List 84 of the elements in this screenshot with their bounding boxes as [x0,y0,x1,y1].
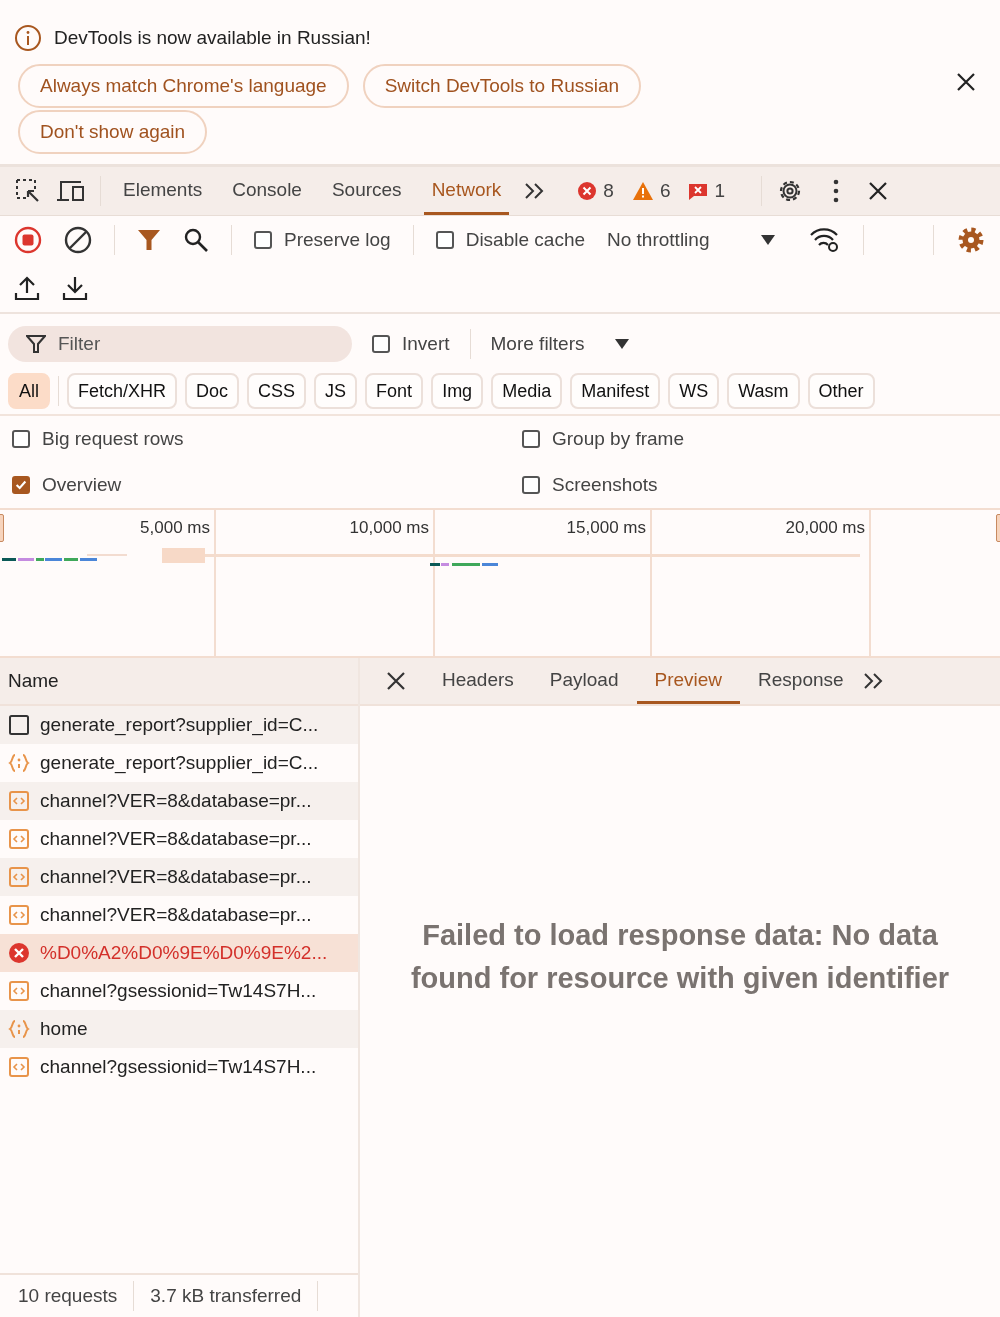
type-filter-chip[interactable]: Manifest [570,373,661,409]
type-filter-chip[interactable]: Font [365,373,424,409]
close-icon[interactable] [386,671,406,691]
error-count: 8 [603,180,614,202]
type-filter-chip[interactable]: Doc [185,373,240,409]
filter-icon [26,334,46,354]
detail-tab[interactable]: Headers [424,658,532,704]
warning-icon [631,181,654,201]
request-row[interactable]: generate_report?supplier_id=C... [0,744,358,782]
request-row[interactable]: channel?VER=8&database=pr... [0,896,358,934]
column-header[interactable]: Name [8,670,59,692]
detail-tab[interactable]: Payload [531,658,637,704]
request-row[interactable]: channel?gsessionid=Tw14S7H... [0,972,358,1010]
xhr-icon [8,866,30,888]
option-checkbox[interactable]: Overview [12,462,522,508]
settings-icon[interactable] [956,225,986,255]
type-filter-chip[interactable]: All [8,373,50,409]
option-checkbox[interactable]: Screenshots [522,462,988,508]
more-filters-dropdown[interactable]: More filters [490,333,585,355]
filter-icon[interactable] [137,228,161,252]
infobar-button[interactable]: Switch DevTools to Russian [362,64,642,108]
device-icon[interactable] [56,178,86,204]
upload-icon[interactable] [14,275,40,301]
error-message: Failed to load response data: No data found for resource with given identifier [409,917,951,996]
menu-icon[interactable] [832,179,841,203]
close-icon[interactable] [956,72,976,92]
warning-count: 6 [659,180,671,202]
option-checkbox[interactable]: Group by frame [522,416,988,462]
disable-cache-checkbox[interactable]: Disable cache [435,229,585,251]
request-row[interactable]: %D0%A2%D0%9E%D0%9E%2... [0,934,358,972]
detail-tab[interactable]: Preview [636,658,741,704]
error-icon [577,181,598,201]
xhr-icon [8,1056,30,1078]
time-tick-label: 20,000 ms [785,518,865,537]
request-row[interactable]: channel?gsessionid=Tw14S7H... [0,1048,358,1086]
request-row[interactable]: channel?VER=8&database=pr... [0,782,358,820]
record-icon[interactable] [14,226,42,254]
script-icon [8,1018,30,1040]
preserve-log-checkbox[interactable]: Preserve log [254,229,391,251]
time-tick-label: 15,000 ms [566,518,646,537]
throttling-dropdown[interactable]: No throttling [607,229,710,251]
script-icon [8,752,30,774]
clear-icon[interactable] [64,226,92,254]
time-tick-label: 5,000 ms [140,518,210,537]
xhr-icon [8,980,30,1002]
type-filter-chip[interactable]: JS [314,373,358,409]
request-row[interactable]: channel?VER=8&database=pr... [0,820,358,858]
request-row[interactable]: channel?VER=8&database=pr... [0,858,358,896]
close-icon[interactable] [868,181,889,201]
type-filter-chip[interactable]: Wasm [727,373,800,409]
time-tick-label: 10,000 ms [349,518,429,537]
error-icon [8,942,30,964]
infobar-button[interactable]: Don't show again [18,110,208,154]
detail-tab[interactable]: Response [740,658,862,704]
xhr-icon [8,790,30,812]
request-row[interactable]: home [0,1010,358,1048]
info-icon [14,24,42,52]
xhr-icon [8,828,30,850]
type-filter-chip[interactable]: Fetch/XHR [67,373,178,409]
invert-checkbox[interactable]: Invert [372,333,450,355]
option-checkbox[interactable]: Big request rows [12,416,522,462]
status-text: 10 requests [18,1285,118,1307]
type-filter-chip[interactable]: Img [431,373,484,409]
panel-tab[interactable]: Sources [323,167,410,215]
dropdown-arrow-icon[interactable] [614,339,629,349]
type-filter-chip[interactable]: Media [491,373,563,409]
search-icon[interactable] [183,227,209,253]
filter-field[interactable]: Filter [8,326,352,362]
issue-count: 1 [714,180,726,202]
issue-icon [688,181,709,201]
request-row[interactable]: generate_report?supplier_id=C... [0,706,358,744]
panel-tab[interactable]: Elements [115,167,211,215]
panel-tab[interactable]: Network [423,167,510,215]
xhr-icon [8,904,30,926]
type-filter-chip[interactable]: Other [807,373,875,409]
info-message: DevTools is now available in Russian! [54,27,371,49]
type-filter-chip[interactable]: CSS [247,373,307,409]
dropdown-arrow-icon[interactable] [761,235,776,245]
type-filter-chip[interactable]: WS [668,373,720,409]
download-icon[interactable] [62,275,88,301]
panel-tab[interactable]: Console [224,167,310,215]
infobar-button[interactable]: Always match Chrome's language [18,64,349,108]
document-icon [8,714,30,736]
status-text: 3.7 kB transferred [150,1285,302,1307]
